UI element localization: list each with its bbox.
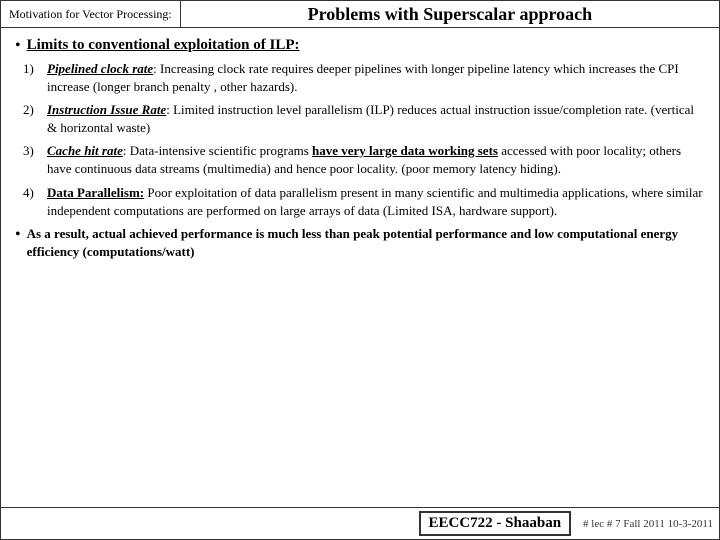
term-2: Instruction Issue Rate (47, 102, 166, 117)
page-container: Motivation for Vector Processing: Proble… (0, 0, 720, 540)
conclusion-bullet: • As a result, actual achieved performan… (15, 225, 705, 261)
term-1: Pipelined clock rate (47, 61, 153, 76)
footer-ref: # lec # 7 Fall 2011 10-3-2011 (583, 518, 713, 530)
num-label-3: 3) (23, 142, 43, 160)
header-bar: Motivation for Vector Processing: Proble… (0, 0, 720, 28)
term-3: Cache hit rate (47, 143, 123, 158)
num-content-3: Cache hit rate: Data-intensive scientifi… (47, 142, 705, 178)
num-content-4: Data Parallelism: Poor exploitation of d… (47, 184, 705, 220)
header-label: Motivation for Vector Processing: (0, 0, 181, 27)
num-label-1: 1) (23, 60, 43, 78)
num-label-4: 4) (23, 184, 43, 202)
bullet-item-ilp: • Limits to conventional exploitation of… (15, 36, 705, 56)
underline-3: have very large data working sets (312, 143, 498, 158)
main-content: • Limits to conventional exploitation of… (0, 28, 720, 508)
numbered-item-4: 4) Data Parallelism: Poor exploitation o… (23, 184, 705, 220)
header-title: Problems with Superscalar approach (181, 0, 720, 27)
numbered-item-1: 1) Pipelined clock rate: Increasing cloc… (23, 60, 705, 96)
num-content-1: Pipelined clock rate: Increasing clock r… (47, 60, 705, 96)
numbered-item-3: 3) Cache hit rate: Data-intensive scient… (23, 142, 705, 178)
num-label-2: 2) (23, 101, 43, 119)
footer-row: EECC722 - Shaaban # lec # 7 Fall 2011 10… (0, 508, 720, 540)
conclusion-text: As a result, actual achieved performance… (27, 225, 705, 261)
body-3a: : Data-intensive scientific programs (123, 143, 312, 158)
numbered-list: 1) Pipelined clock rate: Increasing cloc… (23, 60, 705, 221)
term-4: Data Parallelism: (47, 185, 144, 200)
num-content-2: Instruction Issue Rate: Limited instruct… (47, 101, 705, 137)
body-4: Poor exploitation of data parallelism pr… (47, 185, 703, 218)
numbered-item-2: 2) Instruction Issue Rate: Limited instr… (23, 101, 705, 137)
bullet-text-ilp: Limits to conventional exploitation of I… (27, 36, 300, 56)
footer-badge: EECC722 - Shaaban (419, 511, 572, 536)
bullet-dot: • (15, 36, 21, 55)
conclusion-dot: • (15, 225, 21, 244)
